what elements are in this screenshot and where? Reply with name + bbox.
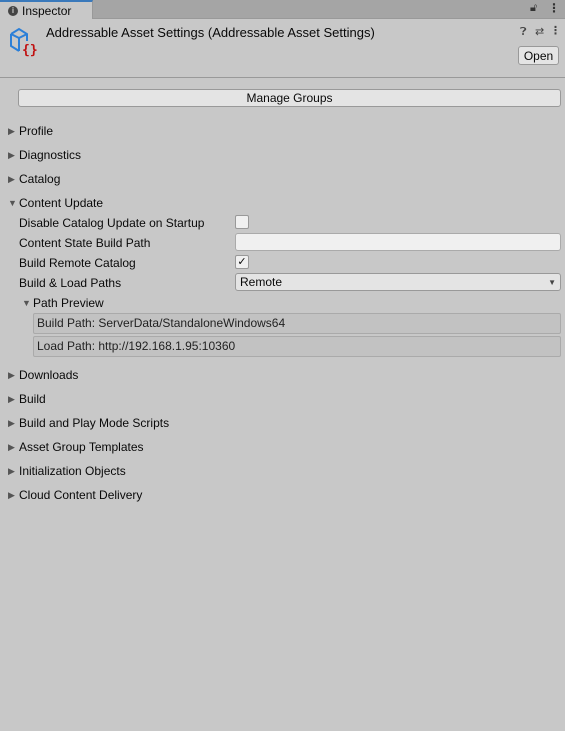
foldout-initialization-objects[interactable]: ▶ Initialization Objects — [8, 463, 126, 479]
build-remote-catalog-checkbox[interactable]: ✓ — [235, 255, 249, 269]
more-menu-icon[interactable]: ⋮ — [550, 24, 561, 37]
addressable-asset-icon: {} — [10, 27, 38, 57]
disable-catalog-label: Disable Catalog Update on Startup — [19, 216, 205, 230]
triangle-down-icon: ▼ — [22, 298, 31, 308]
load-path-preview: Load Path: http://192.168.1.95:10360 — [33, 336, 561, 357]
foldout-diagnostics[interactable]: ▶ Diagnostics — [8, 147, 81, 163]
foldout-label: Catalog — [19, 172, 61, 186]
foldout-label: Build and Play Mode Scripts — [19, 416, 170, 430]
triangle-right-icon: ▶ — [8, 125, 15, 136]
triangle-right-icon: ▶ — [8, 369, 15, 380]
triangle-right-icon: ▶ — [8, 173, 15, 184]
tab-label: Inspector — [22, 3, 72, 18]
foldout-downloads[interactable]: ▶ Downloads — [8, 367, 78, 383]
foldout-asset-group-templates[interactable]: ▶ Asset Group Templates — [8, 439, 144, 455]
settings-sliders-icon[interactable]: ⇄ — [535, 25, 544, 38]
foldout-label: Initialization Objects — [19, 464, 126, 478]
dropdown-value: Remote — [240, 275, 283, 289]
foldout-build[interactable]: ▶ Build — [8, 391, 46, 407]
content-state-path-input[interactable] — [235, 233, 561, 251]
chevron-down-icon: ▼ — [548, 277, 556, 287]
foldout-catalog[interactable]: ▶ Catalog — [8, 171, 60, 187]
build-remote-catalog-label: Build Remote Catalog — [19, 256, 136, 270]
tab-inspector[interactable]: i Inspector — [0, 0, 93, 19]
triangle-right-icon: ▶ — [8, 149, 15, 160]
disable-catalog-checkbox[interactable] — [235, 215, 249, 229]
help-icon[interactable]: ❓︎ — [520, 26, 527, 39]
foldout-label: Downloads — [19, 368, 79, 382]
build-load-paths-dropdown[interactable]: Remote ▼ — [235, 273, 561, 291]
foldout-label: Asset Group Templates — [19, 440, 144, 454]
foldout-profile[interactable]: ▶ Profile — [8, 123, 53, 139]
foldout-label: Build — [19, 392, 46, 406]
foldout-label: Path Preview — [33, 296, 104, 310]
manage-groups-button[interactable]: Manage Groups — [18, 89, 561, 107]
foldout-label: Profile — [19, 124, 54, 138]
lock-icon[interactable]: 🔓︎ — [530, 2, 537, 15]
triangle-right-icon: ▶ — [8, 417, 15, 428]
foldout-label: Cloud Content Delivery — [19, 488, 143, 502]
content-state-path-label: Content State Build Path — [19, 236, 151, 250]
foldout-path-preview[interactable]: ▼ Path Preview — [22, 295, 104, 311]
open-button[interactable]: Open — [518, 46, 559, 65]
triangle-right-icon: ▶ — [8, 441, 15, 452]
svg-text:{}: {} — [22, 43, 38, 57]
foldout-build-play-mode-scripts[interactable]: ▶ Build and Play Mode Scripts — [8, 415, 169, 431]
foldout-label: Content Update — [19, 196, 104, 210]
triangle-right-icon: ▶ — [8, 393, 15, 404]
triangle-right-icon: ▶ — [8, 465, 15, 476]
check-icon: ✓ — [237, 256, 247, 268]
triangle-down-icon: ▼ — [8, 198, 17, 208]
foldout-cloud-content-delivery[interactable]: ▶ Cloud Content Delivery — [8, 487, 142, 503]
build-path-preview: Build Path: ServerData/StandaloneWindows… — [33, 313, 561, 334]
tab-bar: i Inspector 🔓︎ ⋮ — [0, 0, 565, 19]
foldout-label: Diagnostics — [19, 148, 82, 162]
inspector-title: Addressable Asset Settings (Addressable … — [46, 25, 375, 40]
more-menu-icon[interactable]: ⋮ — [548, 1, 560, 15]
foldout-content-update[interactable]: ▼ Content Update — [8, 195, 103, 211]
inspector-header: {} Addressable Asset Settings (Addressab… — [0, 19, 565, 78]
build-load-paths-label: Build & Load Paths — [19, 276, 122, 290]
info-icon: i — [8, 5, 18, 16]
triangle-right-icon: ▶ — [8, 489, 15, 500]
